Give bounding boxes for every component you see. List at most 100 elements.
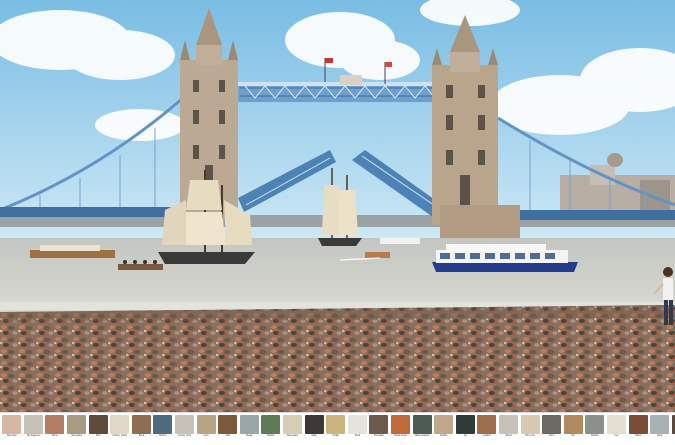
artefact-thumbnail (23, 415, 43, 434)
artefact-thumbnail (283, 415, 303, 434)
right-road-deck (495, 210, 675, 220)
artefact-thumbnail (45, 415, 65, 434)
left-road-deck (0, 207, 190, 217)
artefact-tile: Horn (542, 415, 562, 443)
artefact-thumbnail (434, 415, 454, 434)
artefact-label: Jet (463, 434, 467, 437)
artefact-tile: Metal scrap (390, 415, 411, 443)
artefact-label: Flint core (525, 434, 535, 437)
artefact-thumbnail (477, 415, 497, 434)
artefact-label: Sea glass (71, 434, 82, 437)
artefact-label: Flint (95, 434, 101, 437)
artefact-tile: Button (153, 415, 173, 443)
artefact-thumbnail (239, 415, 259, 434)
artefact-thumbnail (520, 415, 540, 434)
artefact-tile: Marble (261, 415, 281, 443)
artefact-tile: Brick (131, 415, 152, 443)
artefact-caption-strip: Clay pipe Tile fragment Bone Sea glass Flint… (0, 412, 675, 445)
artefact-thumbnail (498, 415, 518, 434)
artefact-label: Buckle (591, 434, 599, 437)
artefact-label: Coin (203, 434, 209, 437)
artefact-label: Brick (138, 434, 145, 437)
artefact-tile: Token (628, 415, 648, 443)
artefact-tile: Pottery shard (110, 415, 130, 443)
artefact-thumbnail (650, 415, 670, 434)
artefact-tile: Glass stopper (412, 415, 432, 443)
artefact-thumbnail (175, 415, 195, 434)
artefact-label: Key (614, 434, 619, 437)
artefact-label: Shell (354, 434, 360, 437)
artefact-thumbnail (628, 415, 648, 434)
thames-foreshore-scene (0, 0, 675, 412)
artefact-tile: Wood (498, 415, 519, 443)
artefact-tile: Tile fragment (23, 415, 44, 443)
artefact-label: Bead (246, 434, 253, 437)
artefact-thumbnail (585, 415, 605, 434)
artefact-thumbnail (131, 415, 151, 434)
artefact-label: Glass stopper (414, 434, 430, 437)
artefact-thumbnail (542, 415, 562, 434)
artefact-tile: Sea glass (67, 415, 87, 443)
artefact-tile: Bone (45, 415, 65, 443)
artefact-label: Pebble (439, 434, 448, 437)
artefact-thumbnail (563, 415, 583, 434)
artefact-tile: Pebble (434, 415, 454, 443)
artefact-thumbnail (606, 415, 626, 434)
artefact-thumbnail (2, 415, 22, 434)
artefact-tile: Slate (304, 415, 324, 443)
artefact-label: Pin (571, 434, 575, 437)
artefact-label: Pottery shard (112, 434, 127, 437)
artefact-label: Porcelain (373, 434, 384, 437)
artefact-label: Clay pipe (6, 434, 17, 437)
artefact-tile: Ring (650, 415, 670, 443)
artefact-label: Stoneware (286, 434, 299, 437)
artefact-thumbnail (412, 415, 432, 434)
artefact-label: Wood (505, 434, 512, 437)
artefact-tile: Nail (218, 415, 238, 443)
artefact-tile: Pin (563, 415, 583, 443)
artefact-label: Nail (225, 434, 230, 437)
artefact-tile: Flint (88, 415, 108, 443)
artefact-tile: Jet (455, 415, 475, 443)
artefact-label: Marble (267, 434, 275, 437)
artefact-tile: Oyster shell (175, 415, 195, 443)
artefact-tile: Bead (239, 415, 260, 443)
artefact-label: Ring (657, 434, 663, 437)
artefact-thumbnail (196, 415, 216, 434)
artefact-tile: Clay pipe (2, 415, 22, 443)
scene-illustration (0, 0, 675, 412)
artefact-thumbnail (455, 415, 475, 434)
artefact-thumbnail (218, 415, 238, 434)
artefact-thumbnail (153, 415, 173, 434)
artefact-tile: Hook (671, 415, 675, 443)
artefact-tile: Leather (477, 415, 497, 443)
river-thames (0, 238, 675, 313)
artefact-tile: Stoneware (283, 415, 303, 443)
artefact-tile: Coin (196, 415, 216, 443)
artefact-tile: Shell (347, 415, 368, 443)
artefact-label: Bone (52, 434, 58, 437)
artefact-tile: Flint core (520, 415, 540, 443)
artefact-thumbnail (261, 415, 281, 434)
artefact-thumbnail (369, 415, 389, 434)
artefact-thumbnail (390, 415, 410, 434)
artefact-tile: Chalk (326, 415, 346, 443)
artefact-thumbnail (67, 415, 87, 434)
artefact-label: Leather (482, 434, 491, 437)
artefact-label: Horn (549, 434, 555, 437)
artefact-label: Slate (311, 434, 317, 437)
artefact-thumbnail (88, 415, 108, 434)
artefact-thumbnail (304, 415, 324, 434)
artefact-label: Oyster shell (178, 434, 191, 437)
artefact-label: Metal scrap (394, 434, 407, 437)
artefact-tile: Porcelain (369, 415, 389, 443)
artefact-thumbnail (326, 415, 346, 434)
artefact-label: Token (634, 434, 642, 437)
artefact-label: Chalk (332, 434, 339, 437)
artefact-thumbnail (110, 415, 130, 434)
artefact-thumbnail (347, 415, 367, 434)
artefact-tile: Buckle (585, 415, 605, 443)
artefact-label: Button (159, 434, 167, 437)
artefact-label: Tile fragment (26, 434, 41, 437)
artefact-tile: Key (606, 415, 627, 443)
